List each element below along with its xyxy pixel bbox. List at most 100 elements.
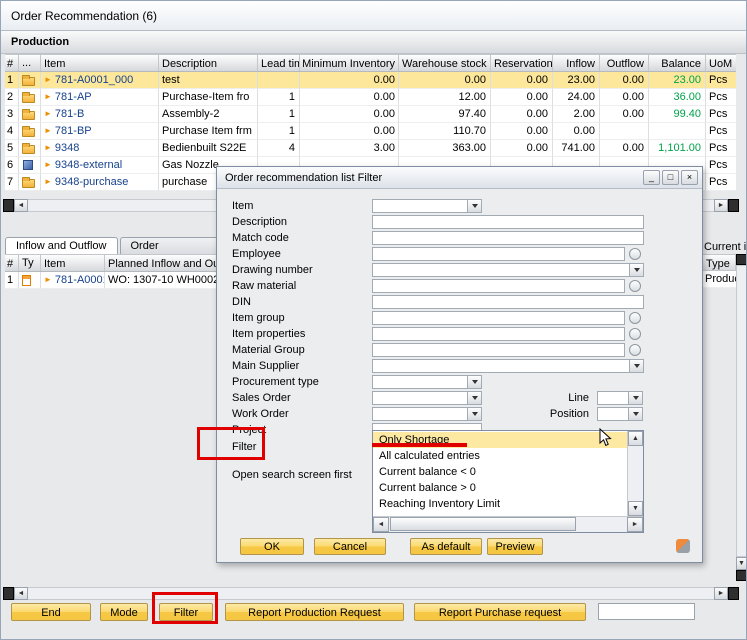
column-header[interactable]: # bbox=[5, 255, 19, 271]
combo-arrow-icon[interactable] bbox=[628, 392, 642, 404]
report-purchase-request-button[interactable]: Report Purchase request bbox=[414, 603, 586, 621]
splitter-handle[interactable] bbox=[736, 570, 747, 581]
column-header[interactable]: Warehouse stock bbox=[399, 55, 491, 71]
combo-arrow-icon[interactable] bbox=[467, 408, 481, 420]
column-header[interactable]: Inflow bbox=[553, 55, 600, 71]
scroll-track[interactable] bbox=[389, 517, 627, 532]
column-header[interactable]: # bbox=[5, 55, 19, 71]
end-button[interactable]: End bbox=[11, 603, 91, 621]
footer-input[interactable] bbox=[598, 603, 695, 620]
description-field[interactable] bbox=[372, 215, 644, 229]
scroll-thumb[interactable] bbox=[390, 517, 576, 531]
item-code[interactable]: 781-B bbox=[55, 108, 84, 120]
combo-arrow-icon[interactable] bbox=[629, 360, 643, 372]
item-code[interactable]: 781-A0001_000 bbox=[55, 74, 133, 86]
table-row[interactable]: 5►9348Bedienbuilt S22E43.00363.000.00741… bbox=[5, 140, 736, 157]
line-field[interactable] bbox=[597, 391, 643, 405]
tab-inflow-and-outflow[interactable]: Inflow and Outflow bbox=[5, 237, 118, 254]
column-header[interactable]: Ty bbox=[19, 255, 41, 271]
column-header[interactable]: Outflow bbox=[600, 55, 649, 71]
table-row[interactable]: 3►781-BAssembly-210.0097.400.002.000.009… bbox=[5, 106, 736, 123]
drawing-number-field[interactable] bbox=[372, 263, 644, 277]
splitter-handle[interactable] bbox=[3, 587, 14, 600]
employee-field[interactable] bbox=[372, 247, 625, 261]
dialog-titlebar[interactable]: Order recommendation list Filter _ □ × bbox=[217, 167, 702, 189]
item-properties-field[interactable] bbox=[372, 327, 625, 341]
column-header-type[interactable]: Type bbox=[702, 254, 736, 271]
scroll-left-icon[interactable]: ◄ bbox=[14, 199, 28, 212]
table-row[interactable]: 1►781-A0001_000test0.000.000.0023.000.00… bbox=[5, 72, 736, 89]
column-header[interactable]: Item bbox=[41, 255, 105, 271]
filter-option[interactable]: Reaching Inventory Limit bbox=[373, 496, 627, 512]
item-field[interactable] bbox=[372, 199, 482, 213]
din-field[interactable] bbox=[372, 295, 644, 309]
form-settings-icon[interactable] bbox=[676, 539, 690, 553]
position-field[interactable] bbox=[597, 407, 643, 421]
choose-from-list-icon[interactable] bbox=[629, 344, 641, 356]
combo-arrow-icon[interactable] bbox=[467, 392, 481, 404]
choose-from-list-icon[interactable] bbox=[629, 280, 641, 292]
dropdown-hscrollbar[interactable]: ◄ ► bbox=[373, 516, 643, 532]
scroll-down-icon[interactable]: ▼ bbox=[628, 501, 643, 516]
detail-vscrollbar[interactable]: ▼ bbox=[736, 254, 747, 581]
scroll-left-icon[interactable]: ◄ bbox=[373, 517, 389, 532]
main-supplier-field[interactable] bbox=[372, 359, 644, 373]
preview-button[interactable]: Preview bbox=[487, 538, 543, 555]
filter-option[interactable]: Current balance < 0 bbox=[373, 464, 627, 480]
close-icon[interactable]: × bbox=[681, 170, 698, 185]
scroll-left-icon[interactable]: ◄ bbox=[14, 587, 28, 600]
scroll-right-icon[interactable]: ► bbox=[714, 199, 728, 212]
table-row[interactable]: 2►781-APPurchase-Item fro10.0012.000.002… bbox=[5, 89, 736, 106]
column-header[interactable]: UoM bbox=[706, 55, 736, 71]
procurement-type-field[interactable] bbox=[372, 375, 482, 389]
item-code[interactable]: 9348 bbox=[55, 142, 79, 154]
combo-arrow-icon[interactable] bbox=[467, 200, 481, 212]
link-arrow-icon[interactable]: ► bbox=[44, 160, 52, 169]
link-arrow-icon[interactable]: ► bbox=[44, 92, 52, 101]
splitter-handle[interactable] bbox=[736, 254, 747, 265]
report-production-request-button[interactable]: Report Production Request bbox=[225, 603, 404, 621]
tab-order[interactable]: Order bbox=[120, 237, 220, 254]
ok-button[interactable]: OK bbox=[240, 538, 304, 555]
work-order-field[interactable] bbox=[372, 407, 482, 421]
scroll-down-icon[interactable]: ▼ bbox=[736, 557, 747, 570]
scroll-track[interactable] bbox=[28, 587, 714, 600]
splitter-handle[interactable] bbox=[728, 587, 739, 600]
item-code[interactable]: 781-BP bbox=[55, 125, 92, 137]
scroll-right-icon[interactable]: ► bbox=[627, 517, 643, 532]
choose-from-list-icon[interactable] bbox=[629, 248, 641, 260]
column-header[interactable]: Minimum Inventory bbox=[300, 55, 399, 71]
choose-from-list-icon[interactable] bbox=[629, 312, 641, 324]
scroll-up-icon[interactable]: ▲ bbox=[628, 431, 643, 446]
link-arrow-icon[interactable]: ► bbox=[44, 177, 52, 186]
item-code[interactable]: 9348-purchase bbox=[55, 176, 128, 188]
sales-order-field[interactable] bbox=[372, 391, 482, 405]
column-header[interactable]: Balance bbox=[649, 55, 706, 71]
cancel-button[interactable]: Cancel bbox=[314, 538, 386, 555]
link-arrow-icon[interactable]: ► bbox=[44, 275, 52, 284]
filter-option[interactable]: All calculated entries bbox=[373, 448, 627, 464]
scroll-right-icon[interactable]: ► bbox=[714, 587, 728, 600]
scroll-track[interactable] bbox=[736, 265, 747, 557]
scroll-track[interactable] bbox=[628, 446, 643, 501]
link-arrow-icon[interactable]: ► bbox=[44, 109, 52, 118]
dropdown-vscrollbar[interactable]: ▲ ▼ bbox=[627, 431, 643, 516]
mode-button[interactable]: Mode bbox=[100, 603, 148, 621]
item-code[interactable]: 9348-external bbox=[55, 159, 122, 171]
detail-hscrollbar[interactable]: ◄ ► bbox=[3, 587, 739, 600]
item-group-field[interactable] bbox=[372, 311, 625, 325]
maximize-icon[interactable]: □ bbox=[662, 170, 679, 185]
link-arrow-icon[interactable]: ► bbox=[44, 143, 52, 152]
column-header[interactable]: Description bbox=[159, 55, 258, 71]
link-arrow-icon[interactable]: ► bbox=[44, 75, 52, 84]
column-header[interactable]: Reservation bbox=[491, 55, 553, 71]
combo-arrow-icon[interactable] bbox=[628, 408, 642, 420]
combo-arrow-icon[interactable] bbox=[467, 376, 481, 388]
filter-option[interactable]: Current balance > 0 bbox=[373, 480, 627, 496]
choose-from-list-icon[interactable] bbox=[629, 328, 641, 340]
as-default-button[interactable]: As default bbox=[410, 538, 482, 555]
minimize-icon[interactable]: _ bbox=[643, 170, 660, 185]
material-group-field[interactable] bbox=[372, 343, 625, 357]
raw-material-field[interactable] bbox=[372, 279, 625, 293]
column-header[interactable]: Lead time bbox=[258, 55, 300, 71]
